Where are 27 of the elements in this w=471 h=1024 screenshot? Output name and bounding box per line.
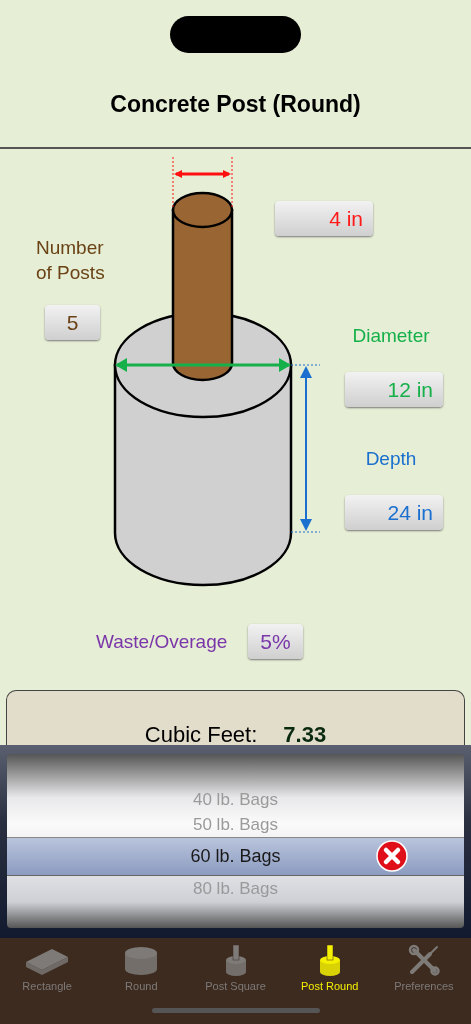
- clear-icon[interactable]: [376, 840, 408, 872]
- result-label: Cubic Feet:: [144, 723, 258, 745]
- diameter-label: Diameter: [351, 324, 431, 348]
- bag-size-picker[interactable]: 40 lb. Bags 50 lb. Bags 60 lb. Bags 80 lb. Bags: [7, 754, 464, 928]
- screen-title: Concrete Post (Round): [110, 91, 361, 118]
- tab-button[interactable]: Post Square: [188, 944, 283, 992]
- post-width-button[interactable]: 4 in: [275, 201, 373, 236]
- tab-button[interactable]: Preferences: [376, 944, 471, 992]
- tools-icon: [407, 944, 440, 976]
- depth-label: Depth: [364, 447, 418, 471]
- waste-label: Waste/Overage: [96, 630, 228, 654]
- posts-button[interactable]: 5: [45, 305, 100, 340]
- result-value: 7.33: [283, 723, 327, 745]
- post-icon: [318, 944, 341, 976]
- tab-button[interactable]: Round: [94, 944, 189, 992]
- waste-button[interactable]: 5%: [248, 624, 303, 659]
- picker-option[interactable]: 40 lb. Bags: [7, 787, 464, 812]
- diameter-button[interactable]: 12 in: [345, 372, 443, 407]
- depth-button[interactable]: 24 in: [345, 495, 443, 530]
- picker-option[interactable]: 60 lb. Bags: [7, 837, 464, 876]
- picker-option[interactable]: 50 lb. Bags: [7, 812, 464, 837]
- picker-option[interactable]: 80 lb. Bags: [7, 876, 464, 901]
- tab-button[interactable]: Rectangle: [0, 944, 95, 992]
- tab-button[interactable]: Post Round: [282, 944, 377, 992]
- cylinder-icon: [124, 946, 159, 976]
- posts-label: Number of Posts: [36, 236, 106, 285]
- post-icon: [224, 944, 247, 976]
